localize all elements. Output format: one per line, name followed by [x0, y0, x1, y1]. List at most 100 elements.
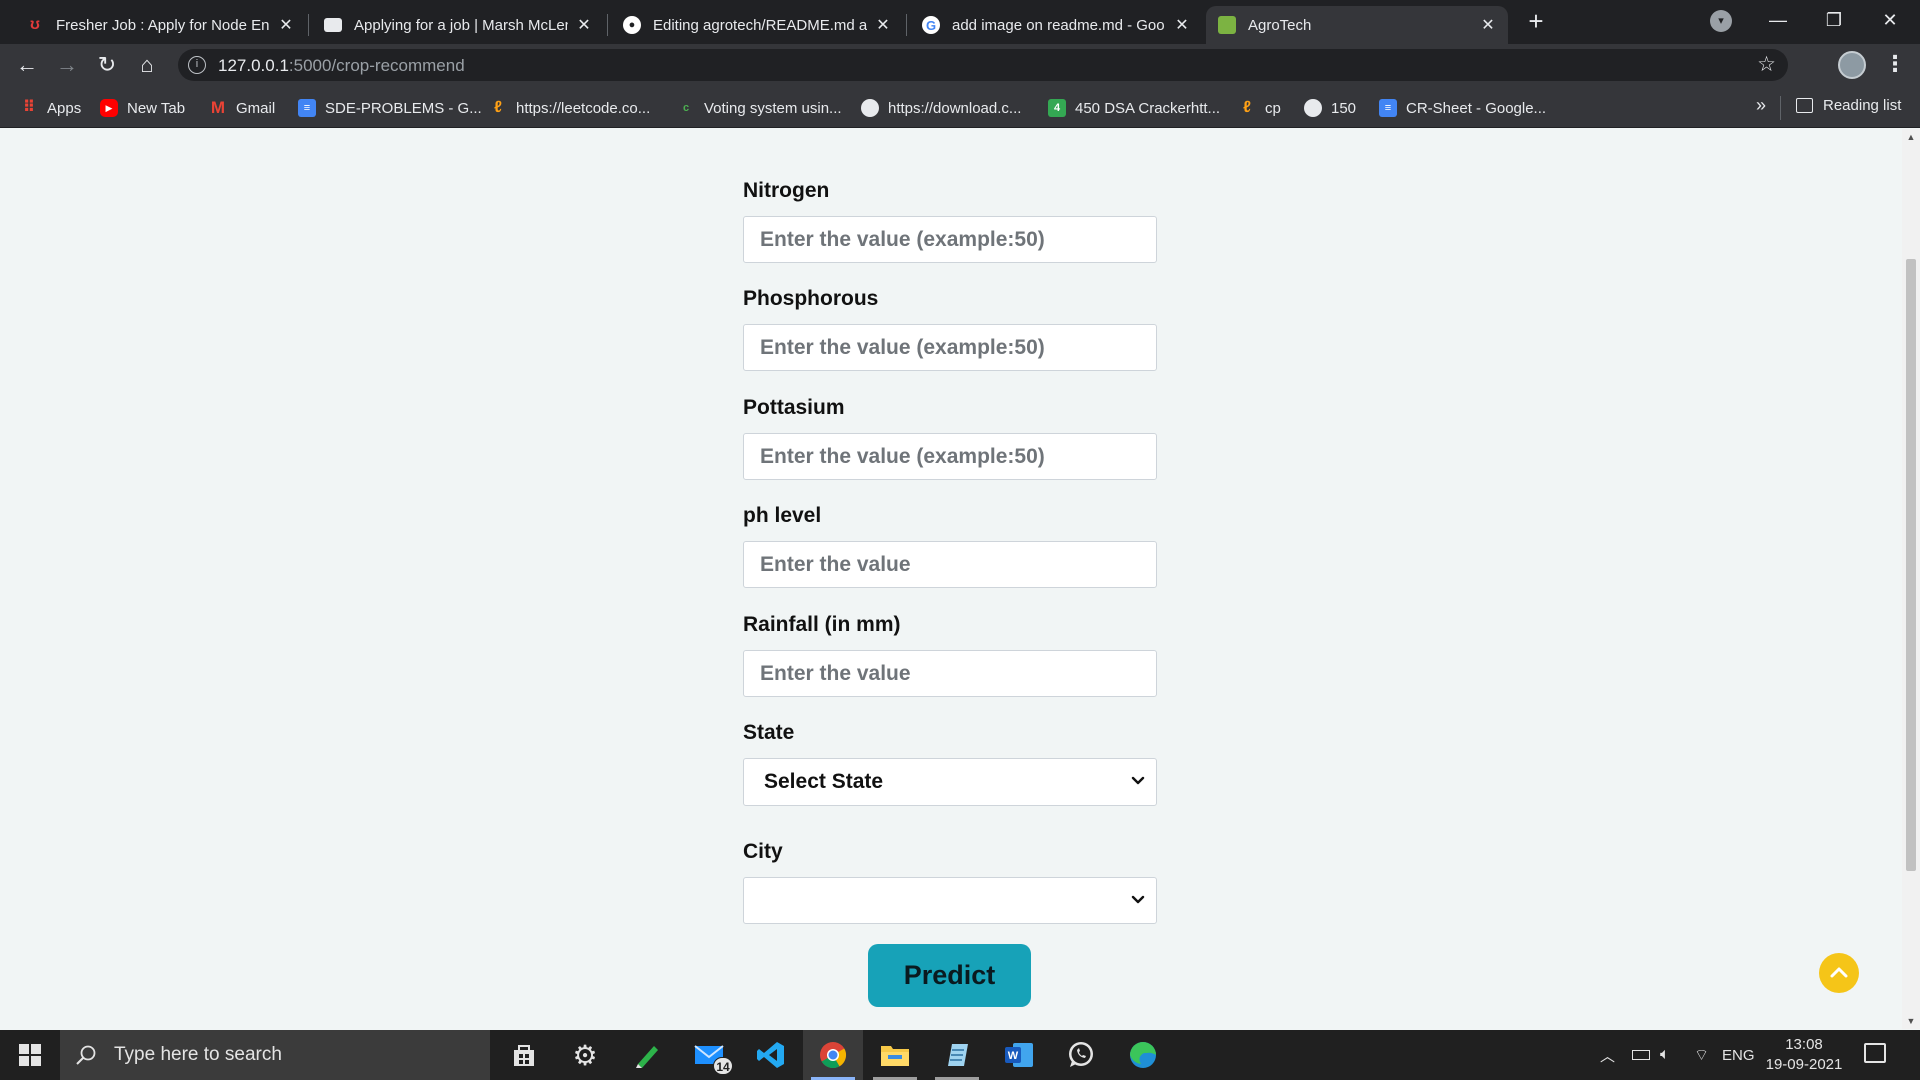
close-icon[interactable]: ✕	[1480, 15, 1496, 35]
scroll-thumb[interactable]	[1906, 259, 1916, 871]
taskbar-clock[interactable]: 13:08 19-09-2021	[1752, 1035, 1856, 1075]
google-icon: G	[922, 16, 940, 34]
bookmark-cr-sheet[interactable]: ≡ CR-Sheet - Google...	[1379, 97, 1546, 119]
store-icon	[514, 1045, 534, 1066]
bookmark-new-tab[interactable]: ▶ New Tab	[100, 97, 185, 119]
tab-agrotech[interactable]: AgroTech ✕	[1206, 6, 1508, 44]
bookmark-label: Gmail	[236, 99, 276, 117]
tab-marsh-mclennan[interactable]: Applying for a job | Marsh McLen ✕	[312, 6, 604, 44]
tab-search-icon[interactable]: ▾	[1710, 10, 1732, 32]
bookmark-download[interactable]: https://download.c...	[861, 97, 1021, 119]
edge-icon	[1130, 1042, 1156, 1068]
bookmark-star-icon[interactable]: ☆	[1757, 52, 1776, 77]
language-indicator[interactable]: ENG	[1722, 1030, 1755, 1080]
bookmark-label: https://download.c...	[888, 99, 1022, 117]
menu-kebab-icon[interactable]: ⋮	[1880, 50, 1910, 80]
reload-icon[interactable]: ↻	[92, 50, 122, 80]
tab-google-search[interactable]: G add image on readme.md - Goo ✕	[910, 6, 1202, 44]
tab-github-readme[interactable]: ● Editing agrotech/README.md at ✕	[611, 6, 903, 44]
restore-icon[interactable]: ❐	[1806, 0, 1862, 40]
back-icon[interactable]: ←	[12, 50, 42, 80]
taskbar-edge[interactable]	[1113, 1030, 1173, 1080]
taskbar-search-box[interactable]: Type here to search	[60, 1030, 490, 1080]
taskbar-chrome[interactable]	[803, 1030, 863, 1080]
bookmark-voting-system[interactable]: c Voting system usin...	[677, 97, 842, 119]
page-scrollbar[interactable]: ▲ ▼	[1902, 129, 1920, 1029]
url-text: 127.0.0.1:5000/crop-recommend	[218, 56, 465, 76]
folder-icon	[881, 1046, 909, 1066]
whatsapp-icon	[1069, 1042, 1093, 1067]
phosphorous-input[interactable]	[743, 324, 1157, 371]
page-viewport: Nitrogen Phosphorous Pottasium ph level …	[0, 129, 1902, 1029]
mail-badge: 14	[713, 1057, 733, 1075]
address-bar[interactable]: i 127.0.0.1:5000/crop-recommend ☆	[178, 49, 1788, 81]
profile-avatar[interactable]	[1838, 51, 1866, 79]
bookmark-apps[interactable]: ⠿ Apps	[20, 97, 81, 119]
close-icon[interactable]: ✕	[278, 15, 294, 35]
tab-fresher-job[interactable]: ʊ Fresher Job : Apply for Node Eng ✕	[14, 6, 306, 44]
scroll-to-top-button[interactable]	[1819, 953, 1859, 993]
bookmarks-divider	[1780, 96, 1781, 120]
language-label: ENG	[1722, 1046, 1755, 1064]
more-bookmarks-button[interactable]: »	[1756, 95, 1766, 116]
nitrogen-input[interactable]	[743, 216, 1157, 263]
bookmark-cp[interactable]: ℓ cp	[1238, 97, 1281, 119]
pottasium-input[interactable]	[743, 433, 1157, 480]
taskbar-settings[interactable]: ⚙	[555, 1030, 615, 1080]
gmail-icon: M	[210, 98, 226, 117]
bookmark-label: 450 DSA Crackerhtt...	[1075, 99, 1221, 117]
rainfall-input[interactable]	[743, 650, 1157, 697]
search-icon	[76, 1045, 96, 1065]
taskbar-notes[interactable]	[927, 1030, 987, 1080]
scroll-down-arrow-icon[interactable]: ▼	[1902, 1013, 1920, 1029]
window-close-icon[interactable]: ✕	[1862, 0, 1918, 40]
site-info-icon[interactable]: i	[188, 56, 206, 74]
volume-control[interactable]: 🔈︎	[1660, 1030, 1670, 1080]
minimize-icon[interactable]: —	[1750, 0, 1806, 40]
ph-level-input[interactable]	[743, 541, 1157, 588]
chevron-up-icon: ︿	[1600, 1047, 1616, 1065]
bookmark-label: https://leetcode.co...	[516, 99, 651, 117]
state-selected-value: Select State	[764, 770, 884, 793]
close-icon[interactable]: ✕	[576, 15, 592, 35]
start-button[interactable]	[0, 1030, 60, 1080]
vscode-icon	[757, 1042, 784, 1068]
new-tab-button[interactable]: +	[1520, 6, 1552, 38]
taskbar-store[interactable]	[494, 1030, 554, 1080]
close-icon[interactable]: ✕	[875, 15, 891, 35]
taskbar-vscode[interactable]	[741, 1030, 801, 1080]
taskbar-file-explorer[interactable]	[865, 1030, 925, 1080]
home-icon[interactable]: ⌂	[132, 50, 162, 80]
briefcase-icon	[324, 18, 342, 32]
taskbar-highlighter[interactable]	[617, 1030, 677, 1080]
gear-icon: ⚙	[572, 1039, 598, 1071]
reading-list-button[interactable]: Reading list	[1796, 97, 1901, 114]
close-icon[interactable]: ✕	[1174, 15, 1190, 35]
browser-toolbar: ← → ↻ ⌂ i 127.0.0.1:5000/crop-recommend …	[0, 44, 1920, 86]
bookmark-150[interactable]: 150	[1304, 97, 1356, 119]
tab-title: Fresher Job : Apply for Node Eng	[56, 16, 270, 34]
predict-button[interactable]: Predict	[868, 944, 1031, 1007]
bookmark-gmail[interactable]: M Gmail	[209, 97, 275, 119]
city-select[interactable]	[743, 877, 1157, 924]
chrome-icon	[820, 1042, 847, 1069]
notification-center-icon[interactable]	[1864, 1043, 1886, 1063]
ph-level-label: ph level	[743, 504, 822, 527]
bookmark-label: cp	[1265, 99, 1281, 117]
scroll-up-arrow-icon[interactable]: ▲	[1902, 129, 1920, 145]
show-hidden-icons[interactable]: ︿	[1600, 1030, 1615, 1080]
bookmark-sde-problems[interactable]: ≡ SDE-PROBLEMS - G...	[298, 97, 482, 119]
bookmark-leetcode[interactable]: ℓ https://leetcode.co...	[489, 97, 650, 119]
bookmark-label: New Tab	[127, 99, 186, 117]
pottasium-label: Pottasium	[743, 396, 845, 419]
forward-icon[interactable]: →	[52, 50, 82, 80]
network-status[interactable]: ⌔	[1694, 1030, 1709, 1080]
svg-text:W: W	[1008, 1050, 1019, 1062]
taskbar-mail[interactable]: 14	[679, 1030, 739, 1080]
taskbar-word[interactable]: W	[989, 1030, 1049, 1080]
battery-status[interactable]	[1632, 1030, 1650, 1080]
taskbar-whatsapp[interactable]	[1051, 1030, 1111, 1080]
state-select[interactable]: Select State	[743, 758, 1157, 806]
bookmark-450-dsa[interactable]: 4 450 DSA Crackerhtt...	[1048, 97, 1220, 119]
battery-icon	[1632, 1050, 1650, 1060]
